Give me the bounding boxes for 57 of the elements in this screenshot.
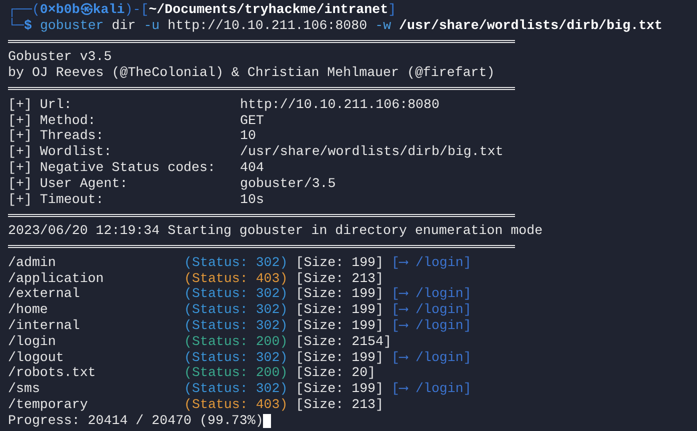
banner-text: by OJ Reeves (@TheColonial) & Christian Mehlmauer (@firefart) — [8, 65, 496, 81]
setting-value: gobuster/3.5 — [240, 176, 336, 192]
banner-text: Gobuster v3.5 — [8, 49, 113, 66]
status-code: (Status: 302) — [184, 302, 288, 318]
redirect-text: [⟶ /login] — [392, 302, 472, 318]
setting-label: [+] Negative Status codes: — [8, 160, 216, 175]
size-text: [Size: 199] — [296, 318, 384, 334]
cursor-icon — [263, 414, 272, 428]
result-path: /sms — [8, 381, 40, 396]
result-path: /internal — [8, 318, 80, 333]
status-code: (Status: 302) — [184, 381, 288, 397]
status-code: (Status: 200) — [184, 365, 288, 382]
size-text: [Size: 199] — [296, 350, 384, 366]
size-text: [Size: 213] — [296, 396, 384, 413]
size-text: [Size: 213] — [296, 270, 384, 286]
status-code: (Status: 302) — [184, 318, 288, 334]
setting-label: [+] Wordlist: — [8, 144, 112, 160]
size-text: [Size: 2154] — [296, 334, 392, 350]
size-text: [Size: 199] — [296, 381, 384, 397]
redirect-text: [⟶ /login] — [392, 254, 472, 271]
result-path: /home — [8, 302, 48, 318]
result-path: /external — [8, 286, 80, 302]
size-text: [Size: 199] — [296, 302, 384, 318]
status-code: (Status: 403) — [184, 270, 288, 286]
status-code: (Status: 200) — [184, 334, 288, 350]
result-path: /logout — [8, 350, 64, 365]
setting-value: 10 — [240, 128, 256, 144]
status-code: (Status: 403) — [184, 396, 288, 413]
status-code: (Status: 302) — [184, 286, 288, 302]
setting-value: http://10.10.211.106:8080 — [240, 96, 440, 113]
setting-label: [+] Method: — [8, 112, 96, 128]
command-line: └─$ gobuster dir -u http://10.10.211.106:8080 -w /usr/share/wordlists/dirb/big.txt — [8, 18, 664, 34]
setting-label: [+] Timeout: — [8, 192, 104, 207]
progress-text: Progress: 20414 / 20470 (99.73%) — [8, 412, 264, 429]
result-path: /application — [8, 270, 104, 286]
setting-value: GET — [240, 112, 264, 128]
result-path: /login — [8, 334, 56, 349]
setting-label: [+] Threads: — [8, 128, 104, 144]
size-text: [Size: 199] — [296, 254, 384, 271]
setting-value: 404 — [240, 160, 264, 176]
status-code: (Status: 302) — [184, 254, 288, 271]
redirect-text: [⟶ /login] — [392, 381, 472, 397]
setting-value: 10s — [240, 192, 264, 208]
start-message: 2023/06/20 12:19:34 Starting gobuster in directory enumeration mode — [8, 223, 544, 239]
result-path: /temporary — [8, 396, 88, 412]
size-text: [Size: 199] — [296, 286, 384, 302]
prompt-line: ┌──(0×b0b㉿kali)-[~/Documents/tryhackme/intranet] — [8, 2, 398, 18]
redirect-text: [⟶ /login] — [392, 286, 472, 302]
setting-label: [+] Url: — [8, 96, 72, 112]
size-text: [Size: 20] — [296, 365, 376, 382]
result-path: /admin — [8, 254, 56, 270]
redirect-text: [⟶ /login] — [392, 350, 472, 366]
status-code: (Status: 302) — [184, 350, 288, 366]
setting-value: /usr/share/wordlists/dirb/big.txt — [240, 144, 504, 160]
setting-label: [+] User Agent: — [8, 176, 128, 191]
redirect-text: [⟶ /login] — [392, 318, 472, 334]
result-path: /robots.txt — [8, 365, 96, 380]
